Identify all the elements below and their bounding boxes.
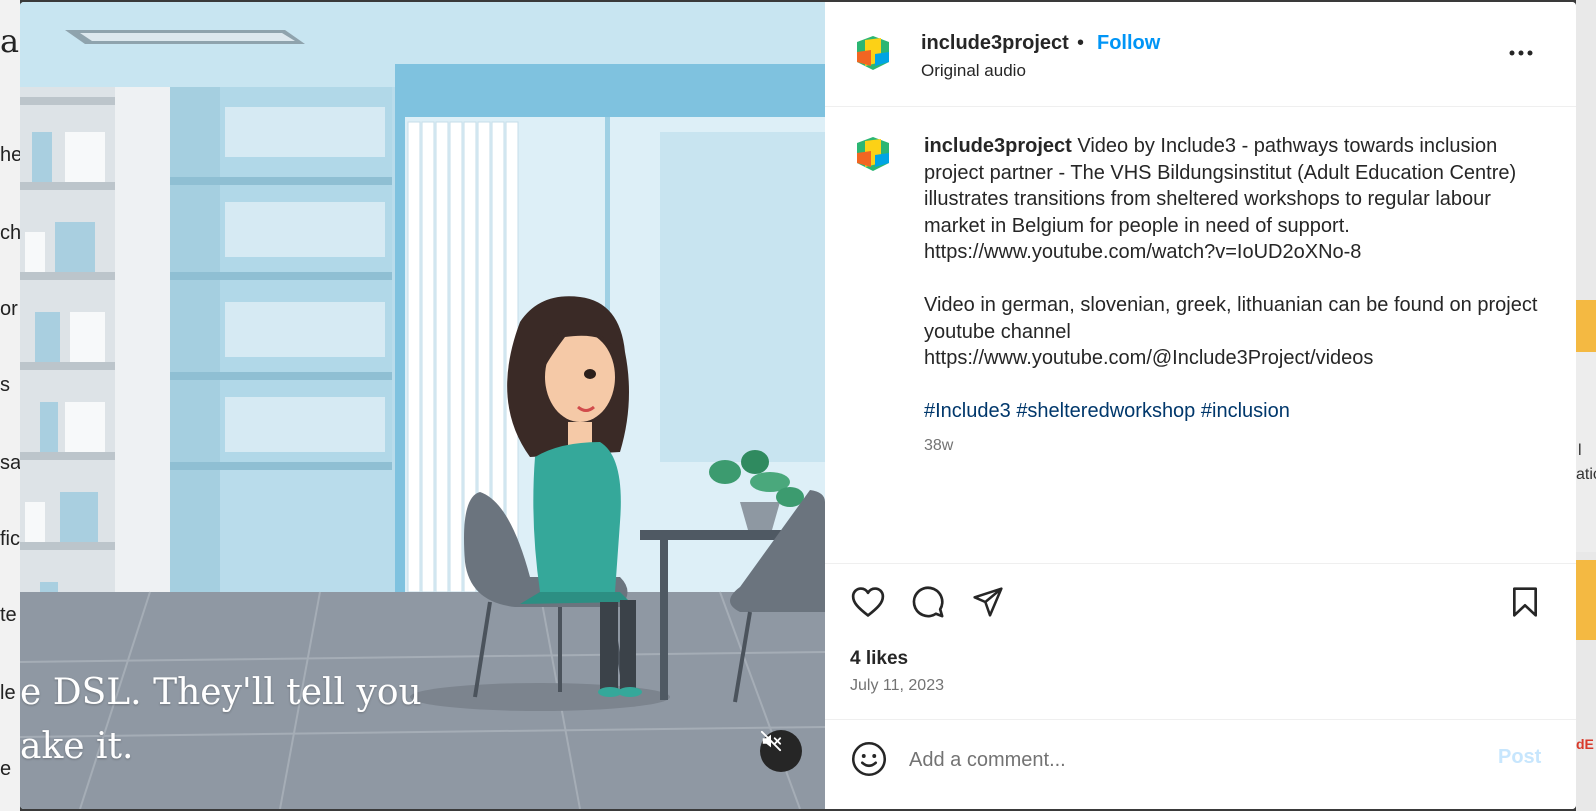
backdrop-text: ch <box>0 222 20 244</box>
video-subtitle-line: e DSL. They'll tell you <box>20 672 422 713</box>
caption-username[interactable]: include3project <box>924 135 1072 157</box>
speaker-muted-icon <box>760 730 782 752</box>
post-comment-button[interactable]: Post <box>1498 746 1541 769</box>
backdrop-text: s <box>0 374 10 396</box>
more-options-button[interactable] <box>1501 38 1541 68</box>
avatar[interactable] <box>851 133 895 177</box>
backdrop-text: or <box>0 298 18 320</box>
hashtag-link[interactable]: #inclusion <box>1201 400 1290 422</box>
include3-logo-icon <box>851 133 895 177</box>
comment-bar: Post <box>825 719 1576 809</box>
backdrop-text: atic <box>1576 466 1596 483</box>
backdrop-block <box>1576 560 1596 640</box>
backdrop-text: le <box>0 682 16 704</box>
emoji-button[interactable] <box>849 739 889 779</box>
heart-icon <box>851 587 885 617</box>
backdrop-text: he <box>0 144 20 166</box>
backdrop-text: e <box>0 758 12 780</box>
hashtag-link[interactable]: #shelteredworkshop <box>1016 400 1195 422</box>
share-icon <box>973 587 1003 617</box>
more-horizontal-icon <box>1509 50 1533 56</box>
share-button[interactable] <box>968 582 1008 622</box>
post-caption: include3project Video by Include3 - path… <box>924 133 1544 425</box>
caption-link: https://www.youtube.com/@Include3Project… <box>924 347 1374 369</box>
backdrop-right-strip: l atic dE <box>1576 0 1596 811</box>
backdrop-block <box>1576 300 1596 352</box>
backdrop-block <box>1576 0 1596 300</box>
comment-icon <box>912 586 944 618</box>
save-button[interactable] <box>1505 582 1545 622</box>
video-player[interactable]: e DSL. They'll tell you ake it. <box>20 2 825 809</box>
caption-text: Video in german, slovenian, greek, lithu… <box>924 294 1538 343</box>
backdrop-text: a <box>0 22 20 60</box>
post-age[interactable]: 38w <box>924 437 953 455</box>
comment-button[interactable] <box>908 582 948 622</box>
emoji-icon <box>851 741 887 777</box>
backdrop-text: l <box>1578 442 1582 459</box>
likes-count[interactable]: 4 likes <box>850 648 908 670</box>
video-subtitle-line: ake it. <box>20 726 134 767</box>
backdrop-text: fic <box>0 528 20 550</box>
post-side-panel: include3project • Follow Original audio <box>825 2 1576 809</box>
include3-logo-icon <box>851 32 895 76</box>
post-modal: e DSL. They'll tell you ake it. include3… <box>20 2 1576 809</box>
caption-section: include3project Video by Include3 - path… <box>825 107 1576 562</box>
post-actions: 4 likes July 11, 2023 <box>825 563 1576 720</box>
backdrop-text: sa <box>0 452 20 474</box>
backdrop-left-strip: a he ch or s sa fic te le e <box>0 0 20 811</box>
follow-button[interactable]: Follow <box>1097 32 1160 55</box>
like-button[interactable] <box>848 582 888 622</box>
caption-link: https://www.youtube.com/watch?v=IoUD2oXN… <box>924 241 1362 263</box>
hashtag-link[interactable]: #Include3 <box>924 400 1011 422</box>
backdrop-text: dE <box>1576 736 1594 752</box>
comment-input[interactable] <box>907 743 1471 777</box>
backdrop-text: te <box>0 604 17 626</box>
post-header: include3project • Follow Original audio <box>825 2 1576 107</box>
separator-dot: • <box>1077 32 1085 54</box>
post-author-username[interactable]: include3project <box>921 32 1069 55</box>
post-date[interactable]: July 11, 2023 <box>850 677 944 695</box>
avatar[interactable] <box>851 32 895 76</box>
bookmark-icon <box>1513 587 1537 617</box>
audio-label[interactable]: Original audio <box>921 61 1026 81</box>
mute-toggle-button[interactable] <box>760 730 802 772</box>
